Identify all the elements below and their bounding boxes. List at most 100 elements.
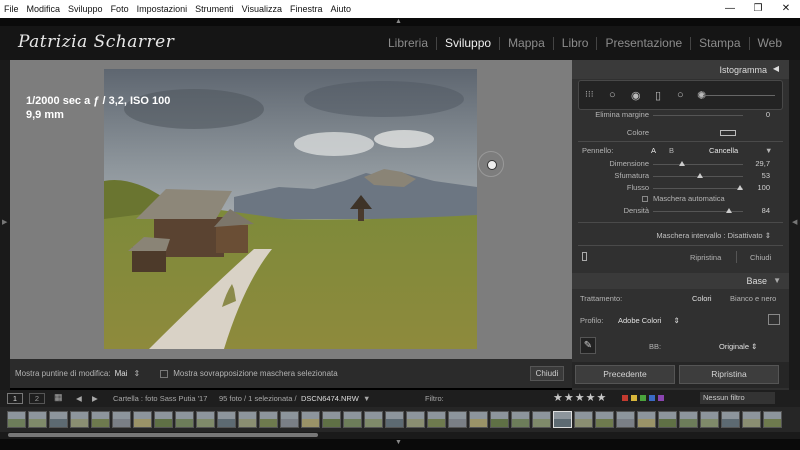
filmstrip-thumbnail[interactable] <box>154 411 173 428</box>
close-button[interactable]: Chiudi <box>530 366 564 381</box>
filmstrip-thumbnail[interactable] <box>448 411 467 428</box>
filmstrip-thumbnail[interactable] <box>574 411 593 428</box>
color-chip[interactable] <box>658 395 664 401</box>
menu-finestra[interactable]: Finestra <box>290 4 323 14</box>
top-panel-toggle[interactable]: ▲ <box>0 18 800 26</box>
brush-pin[interactable] <box>478 151 504 177</box>
filmstrip-thumbnail[interactable] <box>70 411 89 428</box>
slider-knob[interactable] <box>725 208 732 213</box>
show-pins-select[interactable]: Mai <box>115 369 128 378</box>
brush-erase-tab[interactable]: Cancella <box>709 146 738 155</box>
mask-overlay-checkbox[interactable] <box>160 369 169 378</box>
treatment-color[interactable]: Colori <box>692 294 712 303</box>
crop-icon[interactable]: ⁝⁝⁝ <box>585 89 594 100</box>
filmstrip-thumbnail[interactable] <box>301 411 320 428</box>
remove-margin-track[interactable] <box>653 115 743 116</box>
module-presentazione[interactable]: Presentazione <box>596 37 690 50</box>
module-libreria[interactable]: Libreria <box>380 37 436 50</box>
color-chip[interactable] <box>631 395 637 401</box>
histogram-header[interactable]: Istogramma ◀ <box>572 60 789 79</box>
module-mappa[interactable]: Mappa <box>499 37 553 50</box>
radial-filter-icon[interactable]: ○ <box>677 89 684 101</box>
window-2-button[interactable]: 2 <box>29 393 45 404</box>
filmstrip-thumbnail[interactable] <box>238 411 257 428</box>
slider-value[interactable]: 29,7 <box>755 159 770 168</box>
folder-path[interactable]: Cartella : foto Sass Putia '17 <box>113 394 207 403</box>
previous-button[interactable]: Precedente <box>575 365 675 384</box>
slider-track[interactable] <box>653 164 743 165</box>
slider-value[interactable]: 100 <box>757 183 770 192</box>
filmstrip-thumbnail[interactable] <box>553 411 572 428</box>
forward-arrow-icon[interactable]: ▶ <box>92 394 98 403</box>
bottom-panel-toggle[interactable]: ▼ <box>0 439 800 450</box>
slider-knob[interactable] <box>696 173 703 178</box>
menu-file[interactable]: File <box>4 4 19 14</box>
remove-margin-value[interactable]: 0 <box>766 110 770 119</box>
menu-modifica[interactable]: Modifica <box>27 4 61 14</box>
filmstrip[interactable] <box>0 407 800 432</box>
module-stampa[interactable]: Stampa <box>690 37 748 50</box>
filmstrip-thumbnail[interactable] <box>742 411 761 428</box>
close-link[interactable]: Chiudi <box>750 253 771 262</box>
reset-link[interactable]: Ripristina <box>690 253 721 262</box>
menu-visualizza[interactable]: Visualizza <box>242 4 282 14</box>
filmstrip-thumbnail[interactable] <box>259 411 278 428</box>
filmstrip-scrollbar[interactable] <box>0 432 800 439</box>
toggle-switch[interactable] <box>582 252 587 261</box>
close-icon[interactable]: ✕ <box>772 0 800 18</box>
treatment-bw[interactable]: Bianco e nero <box>730 294 776 303</box>
module-sviluppo[interactable]: Sviluppo <box>436 37 499 50</box>
red-eye-icon[interactable]: ◉ <box>631 89 641 102</box>
slider-value[interactable]: 84 <box>762 206 770 215</box>
module-web[interactable]: Web <box>748 37 790 50</box>
slider-knob[interactable] <box>678 161 685 166</box>
filmstrip-thumbnail[interactable] <box>196 411 215 428</box>
filmstrip-thumbnail[interactable] <box>616 411 635 428</box>
menu-foto[interactable]: Foto <box>111 4 129 14</box>
filmstrip-thumbnail[interactable] <box>28 411 47 428</box>
window-1-button[interactable]: 1 <box>7 393 23 404</box>
filmstrip-thumbnail[interactable] <box>637 411 656 428</box>
filmstrip-thumbnail[interactable] <box>280 411 299 428</box>
filmstrip-thumbnail[interactable] <box>91 411 110 428</box>
filmstrip-thumbnail[interactable] <box>595 411 614 428</box>
slider-value[interactable]: 53 <box>762 171 770 180</box>
auto-mask-checkbox[interactable] <box>642 196 648 202</box>
chevron-down-icon[interactable]: ▼ <box>765 146 772 155</box>
filmstrip-thumbnail[interactable] <box>679 411 698 428</box>
maximize-icon[interactable]: ❐ <box>744 0 772 18</box>
minimize-icon[interactable]: — <box>716 0 744 18</box>
filmstrip-thumbnail[interactable] <box>217 411 236 428</box>
filmstrip-thumbnail[interactable] <box>406 411 425 428</box>
filmstrip-thumbnail[interactable] <box>49 411 68 428</box>
slider-knob[interactable] <box>737 185 744 190</box>
rating-filter-stars[interactable]: ★★★★★ <box>553 391 607 404</box>
filmstrip-thumbnail[interactable] <box>511 411 530 428</box>
filmstrip-thumbnail[interactable] <box>175 411 194 428</box>
color-chip[interactable] <box>649 395 655 401</box>
filmstrip-thumbnail[interactable] <box>385 411 404 428</box>
photo-canvas[interactable]: 1/2000 sec a ƒ / 3,2, ISO 100 9,9 mm <box>10 60 572 359</box>
back-arrow-icon[interactable]: ◀ <box>76 394 82 403</box>
filmstrip-thumbnail[interactable] <box>721 411 740 428</box>
profile-select[interactable]: Adobe Colori ⇕ <box>618 316 680 325</box>
right-panel-scrollbar[interactable]: ◀ <box>789 60 800 390</box>
slider-track[interactable] <box>653 188 743 189</box>
filmstrip-thumbnail[interactable] <box>322 411 341 428</box>
filmstrip-thumbnail[interactable] <box>427 411 446 428</box>
menu-aiuto[interactable]: Aiuto <box>331 4 352 14</box>
grid-icon[interactable] <box>768 314 780 325</box>
eyedropper-icon[interactable]: ✎ <box>580 337 596 354</box>
chevron-down-icon[interactable]: ▼ <box>363 394 370 403</box>
tool-slider-track[interactable] <box>703 95 775 96</box>
filter-preset-select[interactable]: Nessun filtro <box>700 392 775 404</box>
filmstrip-thumbnail[interactable] <box>7 411 26 428</box>
graduated-filter-icon[interactable]: ▯ <box>655 89 661 102</box>
filmstrip-thumbnail[interactable] <box>364 411 383 428</box>
color-chip[interactable] <box>640 395 646 401</box>
brush-a-tab[interactable]: A <box>651 146 656 155</box>
basic-header[interactable]: Base ▼ <box>572 273 789 289</box>
spot-removal-icon[interactable]: ○ <box>609 89 616 101</box>
menu-strumenti[interactable]: Strumenti <box>195 4 234 14</box>
filmstrip-thumbnail[interactable] <box>658 411 677 428</box>
